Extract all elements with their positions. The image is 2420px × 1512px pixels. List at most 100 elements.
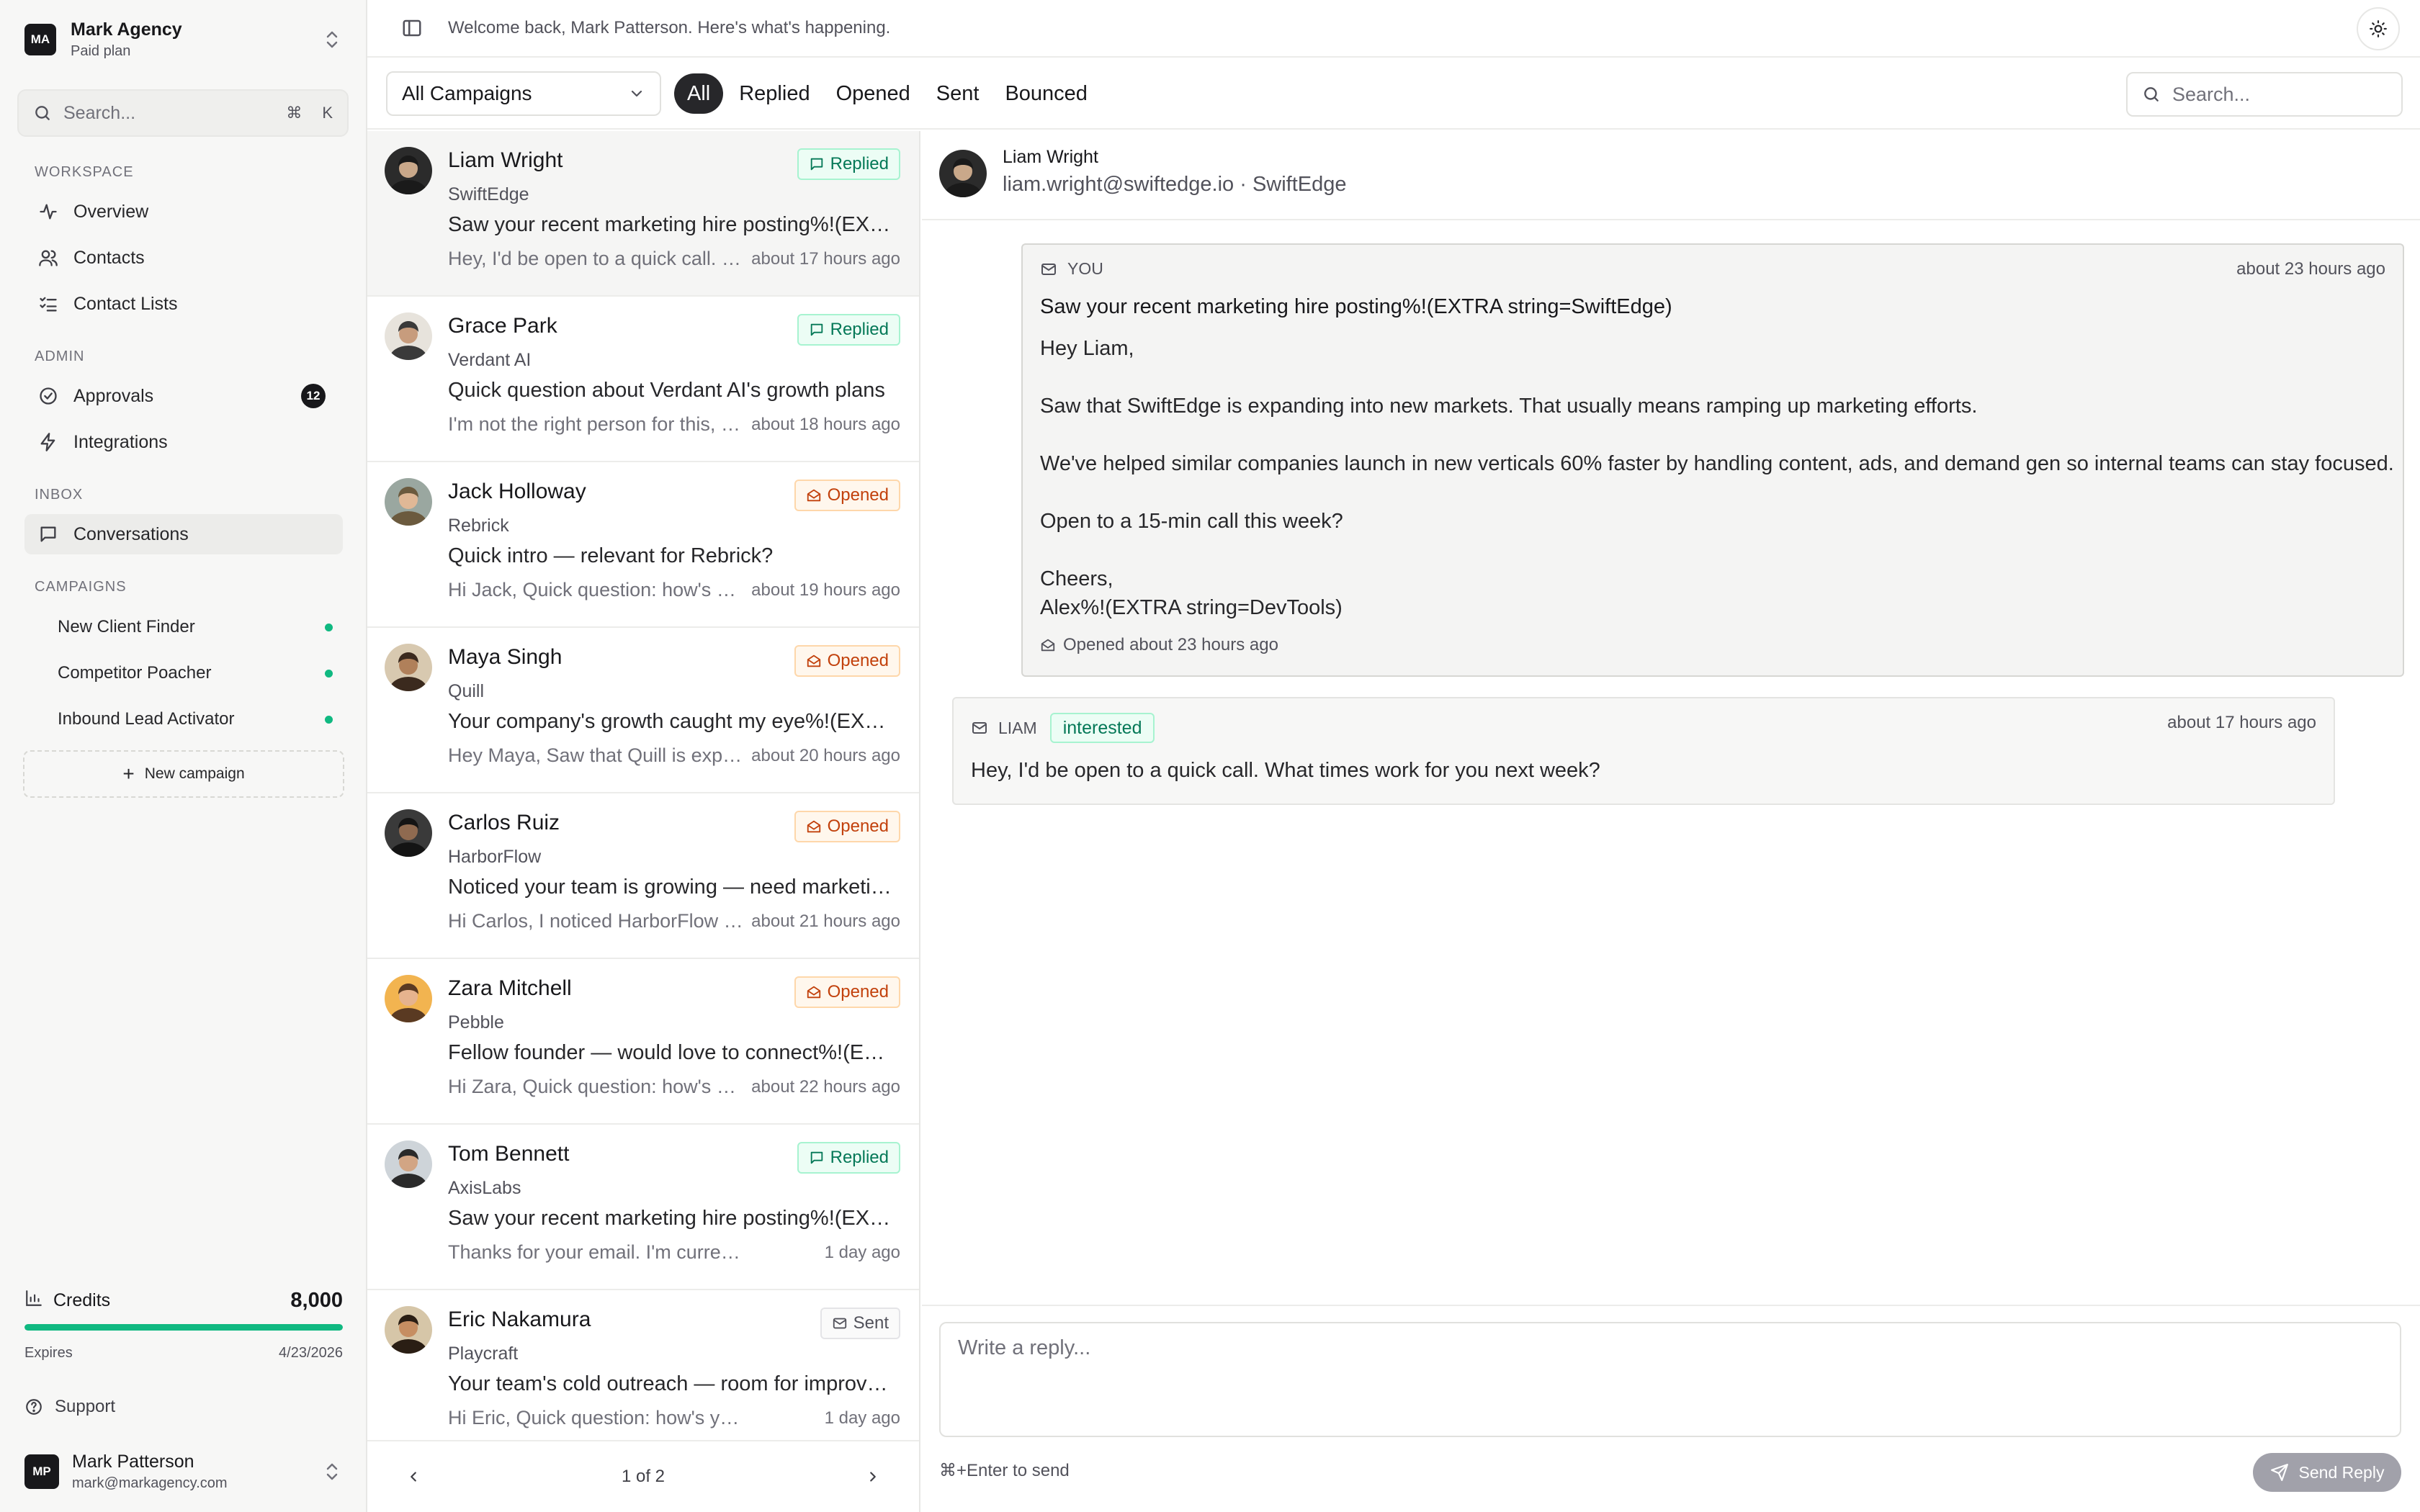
sidebar-toggle-icon[interactable] bbox=[399, 15, 425, 41]
chevrons-up-down-icon bbox=[321, 1457, 343, 1486]
conversation-item[interactable]: Liam Wright Replied SwiftEdge Saw your rece… bbox=[367, 131, 919, 297]
conversation-preview: Hi Eric, Quick question: how's your team… bbox=[448, 1407, 743, 1428]
message-time: about 17 hours ago bbox=[2167, 713, 2316, 732]
conversation-item[interactable]: Eric Nakamura Sent Playcraft Your team's co… bbox=[367, 1290, 919, 1456]
conversation-subject: Saw your recent marketing hire posting%!… bbox=[448, 213, 895, 236]
filter-bar: All Campaigns All Replied Opened Sent Bo… bbox=[367, 59, 2420, 130]
sidebar-item-integrations[interactable]: Integrations bbox=[24, 422, 343, 462]
check-circle-icon bbox=[37, 385, 59, 407]
message-square-icon bbox=[809, 1150, 825, 1166]
status-badge: Opened bbox=[794, 976, 900, 1008]
sidebar-item-contact-lists[interactable]: Contact Lists bbox=[24, 284, 343, 324]
mail-open-icon bbox=[806, 487, 822, 503]
contact-company: Pebble bbox=[448, 1012, 504, 1032]
mail-open-icon bbox=[806, 984, 822, 1000]
avatar bbox=[385, 147, 432, 194]
campaign-status-dot bbox=[325, 623, 333, 631]
support-link[interactable]: Support bbox=[24, 1397, 115, 1417]
conversation-item[interactable]: Jack Holloway Opened Rebrick Quick intro — … bbox=[367, 462, 919, 628]
contact-company: Rebrick bbox=[448, 516, 509, 536]
conversation-time: about 18 hours ago bbox=[751, 415, 900, 434]
avatar bbox=[385, 1140, 432, 1188]
message-body: Hey, I'd be open to a quick call. What t… bbox=[971, 759, 1600, 782]
activity-icon bbox=[37, 201, 59, 222]
conversation-item[interactable]: Grace Park Replied Verdant AI Quick questio… bbox=[367, 297, 919, 462]
sidebar-item-overview[interactable]: Overview bbox=[24, 192, 343, 232]
detail-header: Liam Wright liam.wright@swiftedge.io · S… bbox=[922, 131, 2420, 220]
contact-name: Liam Wright bbox=[1003, 147, 1098, 167]
user-menu[interactable]: MP Mark Patterson mark@markagency.com bbox=[24, 1449, 343, 1495]
conversation-preview: I'm not the right person for this, pleas… bbox=[448, 413, 743, 435]
conversation-time: 1 day ago bbox=[824, 1243, 900, 1262]
tab-sent[interactable]: Sent bbox=[926, 73, 990, 114]
new-campaign-button[interactable]: + New campaign bbox=[23, 750, 344, 798]
campaign-item-inbound-lead-activator[interactable]: Inbound Lead Activator bbox=[36, 700, 343, 739]
search-icon bbox=[2142, 85, 2161, 104]
conversation-detail: Liam Wright liam.wright@swiftedge.io · S… bbox=[922, 131, 2420, 1512]
chevron-down-icon bbox=[628, 85, 645, 102]
org-name: Mark Agency bbox=[71, 19, 182, 40]
conversation-item[interactable]: Maya Singh Opened Quill Your company's grow… bbox=[367, 628, 919, 793]
conversation-subject: Fellow founder — would love to connect%!… bbox=[448, 1041, 895, 1064]
mail-open-icon bbox=[1040, 637, 1056, 653]
contact-company: HarborFlow bbox=[448, 847, 542, 867]
tab-replied[interactable]: Replied bbox=[729, 73, 820, 114]
sidebar-item-approvals[interactable]: Approvals 12 bbox=[24, 376, 343, 416]
credits-label: Credits bbox=[53, 1290, 111, 1310]
conversation-preview: Hi Carlos, I noticed HarborFlow is hirin… bbox=[448, 910, 743, 932]
contact-name: Grace Park bbox=[448, 314, 557, 338]
section-inbox: INBOX bbox=[35, 487, 84, 503]
reply-composer: Write a reply... ⌘+Enter to send Send Re… bbox=[922, 1305, 2420, 1512]
credits-value: 8,000 bbox=[290, 1289, 343, 1312]
opened-indicator: Opened about 23 hours ago bbox=[1040, 635, 1278, 655]
zap-icon bbox=[37, 431, 59, 453]
campaign-item-new-client-finder[interactable]: New Client Finder bbox=[36, 608, 343, 647]
reply-textarea[interactable]: Write a reply... bbox=[939, 1322, 2401, 1437]
next-page-button[interactable] bbox=[859, 1462, 887, 1491]
chevron-right-icon bbox=[865, 1469, 881, 1485]
tab-bounced[interactable]: Bounced bbox=[995, 73, 1098, 114]
campaign-item-competitor-poacher[interactable]: Competitor Poacher bbox=[36, 654, 343, 693]
interest-badge: interested bbox=[1049, 713, 1155, 743]
user-avatar: MP bbox=[24, 1454, 59, 1489]
status-badge: Opened bbox=[794, 480, 900, 511]
conversation-item[interactable]: Carlos Ruiz Opened HarborFlow Noticed your … bbox=[367, 793, 919, 959]
conversation-item[interactable]: Tom Bennett Replied AxisLabs Saw your recen… bbox=[367, 1125, 919, 1290]
contact-name: Eric Nakamura bbox=[448, 1308, 591, 1331]
conversation-subject: Saw your recent marketing hire posting%!… bbox=[448, 1207, 895, 1230]
conversation-subject: Your company's growth caught my eye%!(EX… bbox=[448, 710, 895, 733]
tab-all[interactable]: All bbox=[674, 73, 724, 114]
conversation-preview: Hey Maya, Saw that Quill is expanding in… bbox=[448, 744, 743, 766]
conversation-preview: Hi Zara, Quick question: how's your team… bbox=[448, 1076, 743, 1097]
org-avatar: MA bbox=[24, 24, 56, 55]
sidebar-search[interactable]: Search... ⌘ K bbox=[17, 89, 349, 137]
credits-progress bbox=[24, 1324, 343, 1331]
mail-icon bbox=[1040, 261, 1057, 278]
list-checks-icon bbox=[37, 293, 59, 315]
prev-page-button[interactable] bbox=[399, 1462, 428, 1491]
sidebar-item-conversations[interactable]: Conversations bbox=[24, 514, 343, 554]
mail-open-icon bbox=[806, 653, 822, 669]
search-icon bbox=[33, 104, 52, 122]
contact-email-company: liam.wright@swiftedge.io · SwiftEdge bbox=[1003, 173, 1347, 196]
campaign-filter-select[interactable]: All Campaigns bbox=[386, 71, 661, 116]
sidebar-item-contacts[interactable]: Contacts bbox=[24, 238, 343, 278]
org-switcher[interactable]: MA Mark Agency Paid plan bbox=[24, 17, 343, 62]
conversation-search-input[interactable]: Search... bbox=[2126, 72, 2403, 117]
send-reply-button[interactable]: Send Reply bbox=[2253, 1453, 2401, 1492]
status-badge: Replied bbox=[797, 314, 900, 346]
theme-toggle-button[interactable] bbox=[2357, 7, 2400, 50]
campaign-status-dot bbox=[325, 669, 333, 678]
credits-panel: Credits 8,000 Expires 4/23/2026 bbox=[24, 1289, 343, 1362]
mail-open-icon bbox=[806, 819, 822, 834]
status-badge: Sent bbox=[820, 1308, 900, 1339]
tab-opened[interactable]: Opened bbox=[826, 73, 920, 114]
avatar bbox=[385, 975, 432, 1022]
section-admin: ADMIN bbox=[35, 348, 85, 364]
conversation-list: Liam Wright Replied SwiftEdge Saw your rece… bbox=[367, 131, 920, 1512]
conversation-item[interactable]: Zara Mitchell Opened Pebble Fellow founder … bbox=[367, 959, 919, 1125]
conversation-time: about 20 hours ago bbox=[751, 746, 900, 765]
avatar bbox=[385, 644, 432, 691]
shortcut-key: K bbox=[322, 104, 333, 122]
message-body: Hey Liam, Saw that SwiftEdge is expandin… bbox=[1040, 337, 2394, 619]
